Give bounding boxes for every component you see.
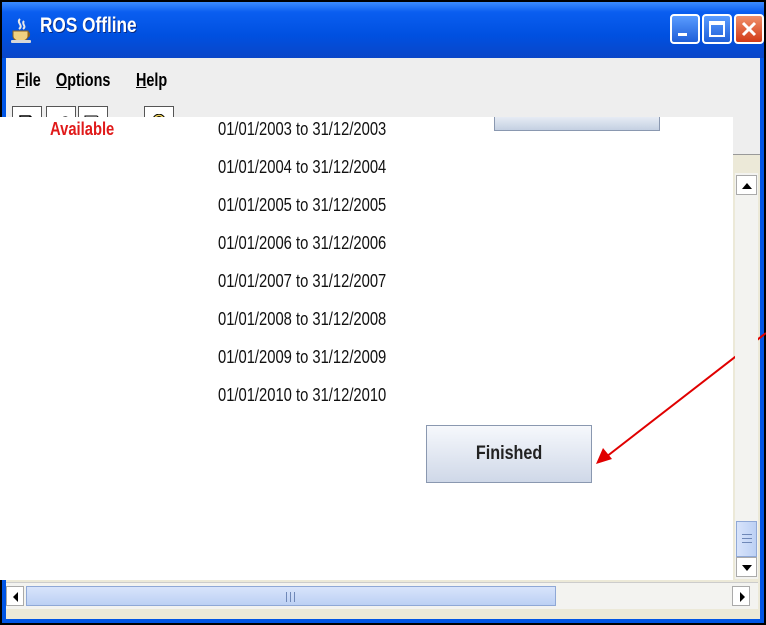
minimize-button[interactable] xyxy=(670,14,700,44)
menu-file[interactable]: File xyxy=(16,70,41,91)
menu-bar: File Options Help xyxy=(6,58,760,100)
maximize-icon xyxy=(709,21,725,37)
horizontal-scroll-thumb[interactable] xyxy=(26,586,556,606)
partial-button[interactable] xyxy=(494,117,660,131)
periods-panel: Available 01/01/2003 to 31/12/2003 01/01… xyxy=(0,117,733,580)
menu-options[interactable]: Options xyxy=(56,70,110,91)
java-cup-icon xyxy=(11,18,31,43)
window-title: ROS Offline xyxy=(40,14,137,37)
close-button[interactable] xyxy=(734,14,764,44)
period-row: 01/01/2005 to 31/12/2005 xyxy=(218,195,387,215)
arrow-right-icon xyxy=(740,592,745,602)
period-row: 01/01/2010 to 31/12/2010 xyxy=(218,385,387,405)
arrow-up-icon xyxy=(742,183,752,189)
arrow-left-icon xyxy=(13,592,18,602)
period-row: 01/01/2004 to 31/12/2004 xyxy=(218,157,387,177)
close-icon xyxy=(741,21,757,37)
minimize-icon xyxy=(678,33,687,36)
scroll-down-button[interactable] xyxy=(736,557,757,577)
arrow-down-icon xyxy=(742,565,752,571)
finished-button[interactable]: Finished xyxy=(426,425,592,483)
maximize-button[interactable] xyxy=(702,14,732,44)
menu-help[interactable]: Help xyxy=(136,70,167,91)
period-row: 01/01/2007 to 31/12/2007 xyxy=(218,271,387,291)
horizontal-scrollbar[interactable] xyxy=(6,582,758,609)
status-available: Available xyxy=(50,119,115,139)
period-row: 01/01/2009 to 31/12/2009 xyxy=(218,347,387,367)
scroll-left-button[interactable] xyxy=(6,586,24,606)
scroll-up-button[interactable] xyxy=(736,175,757,195)
title-bar[interactable]: ROS Offline xyxy=(2,2,764,58)
vertical-scrollbar[interactable] xyxy=(735,173,758,579)
period-row: 01/01/2003 to 31/12/2003 xyxy=(218,119,387,139)
vertical-scroll-thumb[interactable] xyxy=(736,521,757,557)
finished-button-label: Finished xyxy=(475,443,543,464)
period-row: 01/01/2006 to 31/12/2006 xyxy=(218,233,387,253)
period-row: 01/01/2008 to 31/12/2008 xyxy=(218,309,387,329)
scroll-right-button[interactable] xyxy=(732,586,750,606)
